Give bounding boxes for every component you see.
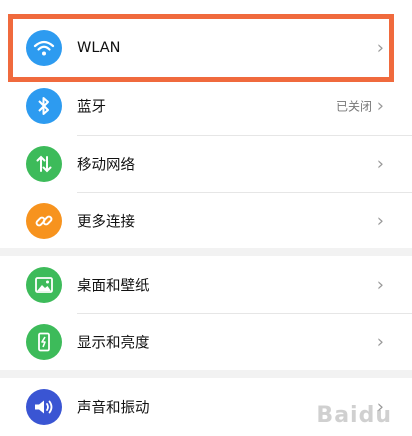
display-icon [26,324,62,360]
sound-icon [26,389,62,425]
chevron-right-icon: › [376,37,384,59]
status-text: 已关闭 [335,99,372,114]
chevron-right-icon: › [376,153,384,175]
settings-item-label: 移动网络 [77,157,135,174]
chevron-right-icon: › [376,210,384,232]
watermark: Baidu [316,403,392,428]
settings-item-wallpaper[interactable]: 桌面和壁纸 › [0,256,412,314]
wallpaper-icon [26,267,62,303]
settings-item-mobile-network[interactable]: 移动网络 › [0,135,412,193]
settings-item-label: 更多连接 [77,214,135,231]
link-icon [26,203,62,239]
bluetooth-icon [26,88,62,124]
chevron-right-icon: › [376,274,384,296]
settings-item-more-connections[interactable]: 更多连接 › [0,192,412,250]
settings-item-display[interactable]: 显示和亮度 › [0,313,412,371]
settings-item-wlan[interactable]: WLAN › [0,19,412,77]
settings-item-label: 显示和亮度 [77,335,150,352]
chevron-right-icon: › [376,95,384,117]
chevron-right-icon: › [376,331,384,353]
wifi-icon [26,30,62,66]
settings-item-label: 桌面和壁纸 [77,278,150,295]
settings-item-bluetooth[interactable]: 蓝牙 已关闭 › [0,77,412,135]
settings-item-label: WLAN [77,40,121,56]
settings-item-label: 声音和振动 [77,400,150,417]
settings-item-label: 蓝牙 [77,99,106,116]
mobile-data-icon [26,146,62,182]
